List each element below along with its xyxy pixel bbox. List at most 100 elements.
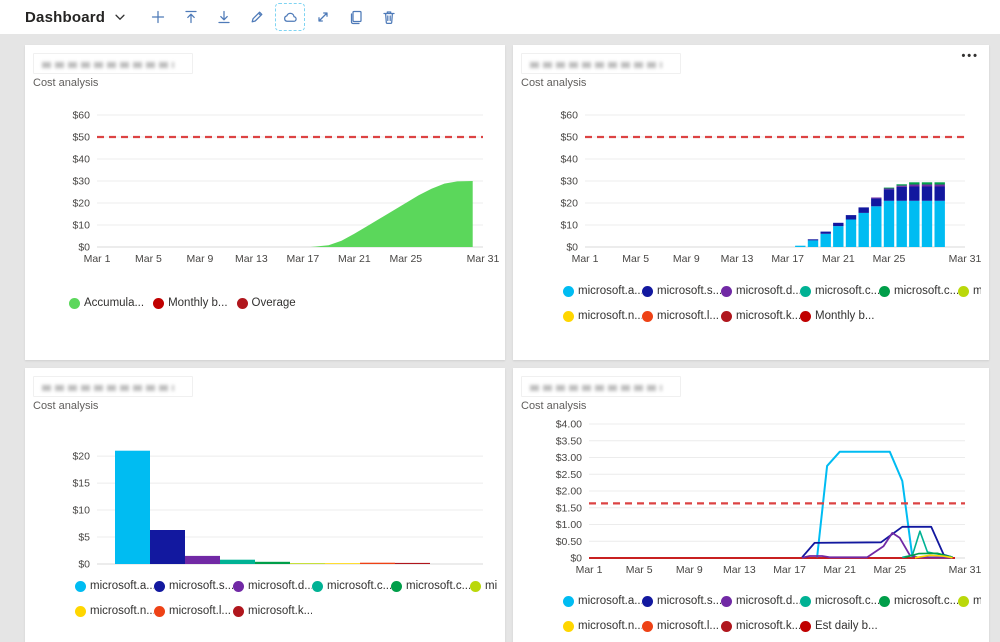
legend-item: microsoft.s... [642, 595, 721, 607]
svg-text:$2.50: $2.50 [556, 469, 582, 481]
fullscreen-icon [315, 9, 331, 25]
legend-dot-icon [153, 298, 164, 309]
svg-text:$3.50: $3.50 [556, 435, 582, 447]
legend-item: microsof [958, 595, 981, 607]
legend-dot-icon [154, 606, 165, 617]
toolbar-buttons [145, 5, 402, 29]
legend-dot-icon [800, 596, 811, 607]
legend-row: microsoft.n...microsoft.l...microsoft.k.… [563, 620, 981, 632]
edit-button[interactable] [244, 5, 270, 29]
edit-icon [249, 9, 265, 25]
tile-daily-costs-line[interactable]: Cost analysis $4.00$3.50$3.00$2.50$2.00$… [513, 368, 989, 642]
legend-dot-icon [958, 596, 969, 607]
legend-label: Monthly b... [168, 297, 227, 309]
svg-text:Mar 17: Mar 17 [287, 253, 320, 265]
fullscreen-button[interactable] [310, 5, 336, 29]
legend-item: microsoft.l... [642, 310, 721, 322]
legend-dot-icon [312, 581, 323, 592]
copy-button[interactable] [343, 5, 369, 29]
legend-item: microsoft.n... [75, 605, 154, 617]
dashboard-grid: Cost analysis $60$50$40$30$20$10$0Mar 1M… [0, 34, 1000, 642]
legend-item: microsoft.d... [721, 595, 800, 607]
legend-item: microsoft.n... [563, 310, 642, 322]
tile-accumulated-costs[interactable]: Cost analysis $60$50$40$30$20$10$0Mar 1M… [25, 45, 505, 360]
redacted-text [530, 385, 662, 391]
tile-costs-by-service-bar[interactable]: Cost analysis $20$15$10$5$0 microsoft.a.… [25, 368, 505, 642]
legend-item: microsof [958, 285, 981, 297]
legend-label: microsoft.s... [657, 595, 721, 607]
legend-row: microsoft.n...microsoft.l...microsoft.k.… [75, 605, 497, 617]
svg-text:Mar 21: Mar 21 [822, 253, 855, 265]
legend-label: microsoft.d... [248, 580, 312, 592]
legend-item: Est daily b... [800, 620, 879, 632]
daily-cost-line-chart: $4.00$3.50$3.00$2.50$2.00$1.50$1.00$0.50… [523, 416, 981, 584]
svg-text:$40: $40 [72, 154, 90, 166]
legend-dot-icon [233, 606, 244, 617]
legend-label: microsoft.a... [578, 595, 642, 607]
tile-subtitle: Cost analysis [33, 77, 497, 89]
legend-label: microsoft.c... [815, 595, 879, 607]
svg-text:$5: $5 [78, 532, 90, 544]
legend-item: microsoft.c... [800, 595, 879, 607]
svg-text:Mar 13: Mar 13 [723, 564, 756, 576]
legend-dot-icon [75, 581, 86, 592]
legend-dot-icon [879, 596, 890, 607]
legend-dot-icon [69, 298, 80, 309]
svg-text:Mar 25: Mar 25 [389, 253, 422, 265]
svg-text:$1.00: $1.00 [556, 519, 582, 531]
legend-dot-icon [642, 596, 653, 607]
legend-label: microsoft.n... [90, 605, 154, 617]
legend-item: microsoft.k... [233, 605, 312, 617]
legend-dot-icon [75, 606, 86, 617]
legend-label: microsoft.l... [657, 620, 719, 632]
legend-item: Monthly b... [153, 297, 227, 309]
tile-daily-costs-stacked[interactable]: ••• Cost analysis $60$50$40$30$20$10$0Ma… [513, 45, 989, 360]
legend-row: Accumula...Monthly b...Overage [69, 297, 497, 309]
legend-item: microsoft.a... [563, 285, 642, 297]
svg-text:Mar 21: Mar 21 [338, 253, 371, 265]
chevron-down-icon[interactable] [113, 10, 127, 24]
legend-dot-icon [800, 286, 811, 297]
chart-legend: microsoft.a... microsoft.s... microsoft.d.… [563, 595, 981, 632]
legend-item: microsoft.c... [312, 580, 391, 592]
svg-text:Mar 5: Mar 5 [135, 253, 162, 265]
legend-dot-icon [800, 621, 811, 632]
legend-label: microsoft.n... [578, 620, 642, 632]
legend-label: Overage [252, 297, 296, 309]
add-button[interactable] [145, 5, 171, 29]
legend-label: microsoft.c... [406, 580, 470, 592]
svg-text:$1.50: $1.50 [556, 502, 582, 514]
legend-dot-icon [642, 311, 653, 322]
legend-item: Monthly b... [800, 310, 879, 322]
svg-text:Mar 1: Mar 1 [572, 253, 599, 265]
legend-item: microsoft.l... [154, 605, 233, 617]
svg-text:$40: $40 [560, 154, 578, 166]
download-button[interactable] [211, 5, 237, 29]
tile-subtitle: Cost analysis [521, 400, 981, 412]
delete-button[interactable] [376, 5, 402, 29]
dashboard-title[interactable]: Dashboard [25, 9, 105, 26]
legend-label: microsoft.c... [815, 285, 879, 297]
legend-label: microsoft.s... [657, 285, 721, 297]
legend-dot-icon [233, 581, 244, 592]
svg-text:$20: $20 [72, 198, 90, 210]
legend-label: Est daily b... [815, 620, 878, 632]
legend-dot-icon [721, 311, 732, 322]
more-ellipsis-icon[interactable]: ••• [961, 51, 979, 61]
legend-item: microsoft.d... [721, 285, 800, 297]
svg-text:$50: $50 [72, 132, 90, 144]
legend-label: microsoft.c... [894, 595, 958, 607]
legend-label: microsoft.l... [657, 310, 719, 322]
svg-text:$0.50: $0.50 [556, 536, 582, 548]
legend-row: microsoft.n...microsoft.l...microsoft.k.… [563, 310, 981, 322]
legend-item: microsoft.d... [233, 580, 312, 592]
redacted-text [42, 62, 174, 68]
legend-row: microsoft.a... microsoft.s...microsoft.d.… [563, 285, 981, 297]
legend-item: microsof [470, 580, 497, 592]
tile-title-redacted [33, 53, 193, 74]
legend-label: microsoft.n... [578, 310, 642, 322]
upload-button[interactable] [178, 5, 204, 29]
clone-cloud-button[interactable] [277, 5, 303, 29]
svg-text:Mar 31: Mar 31 [467, 253, 500, 265]
legend-label: microsoft.d... [736, 595, 800, 607]
